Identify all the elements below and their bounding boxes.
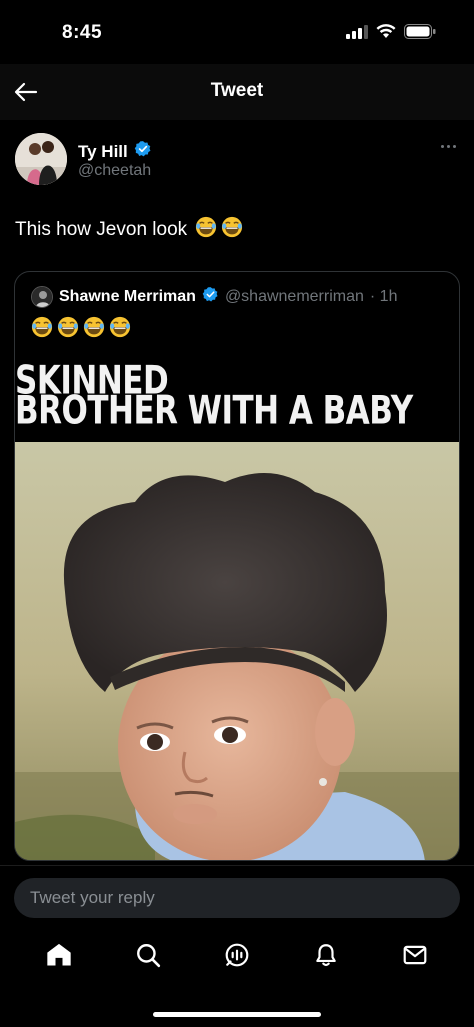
tweet-text-content: This how Jevon look — [15, 219, 188, 240]
status-icons — [346, 24, 436, 44]
status-bar: 8:45 — [0, 0, 474, 70]
more-options-icon[interactable] — [437, 139, 459, 153]
search-icon — [135, 942, 161, 973]
tab-spaces[interactable] — [217, 937, 257, 977]
notifications-icon — [313, 942, 339, 973]
wifi-icon — [376, 24, 396, 44]
top-navigation-bar: Tweet — [0, 64, 474, 120]
bottom-tab-bar — [0, 935, 474, 979]
tab-notifications[interactable] — [306, 937, 346, 977]
cellular-signal-icon — [346, 24, 368, 44]
tab-search[interactable] — [128, 937, 168, 977]
author-handle[interactable]: @cheetah — [78, 162, 151, 180]
spaces-icon — [224, 942, 250, 973]
meme-photo — [15, 442, 459, 860]
tweet-author: Ty Hill @cheetah — [15, 133, 459, 189]
author-avatar[interactable] — [15, 133, 67, 185]
laughing-emoji-icon — [31, 316, 53, 338]
quoted-tweet[interactable]: Shawne Merriman @shawnemerriman · 1h LAD… — [14, 271, 460, 861]
verified-badge-icon — [202, 286, 219, 308]
author-name[interactable]: Ty Hill — [78, 140, 152, 163]
reply-input[interactable]: Tweet your reply — [14, 878, 460, 918]
quoted-tweet-time: · 1h — [369, 288, 398, 305]
meme-caption: LADIES LOVE A LIGHT SKINNED BROTHER WITH… — [15, 350, 459, 484]
tab-home[interactable] — [39, 937, 79, 977]
home-indicator[interactable] — [153, 1012, 321, 1017]
tweet-text: This how Jevon look — [15, 216, 243, 244]
home-icon — [45, 941, 73, 974]
laughing-emoji-icon — [195, 216, 217, 244]
quoted-author-avatar — [31, 286, 53, 308]
quoted-tweet-header: Shawne Merriman @shawnemerriman · 1h — [31, 286, 397, 308]
quoted-author-handle: @shawnemerriman — [224, 288, 364, 305]
tab-messages[interactable] — [395, 937, 435, 977]
laughing-emoji-icon — [83, 316, 105, 338]
author-name-text: Ty Hill — [78, 141, 128, 161]
page-title: Tweet — [210, 80, 264, 101]
laughing-emoji-icon — [57, 316, 79, 338]
verified-badge-icon — [134, 140, 152, 163]
quoted-tweet-text — [31, 316, 131, 338]
messages-icon — [402, 942, 428, 973]
battery-icon — [404, 24, 436, 44]
meme-image[interactable]: LADIES LOVE A LIGHT SKINNED BROTHER WITH… — [15, 350, 459, 860]
status-time: 8:45 — [62, 22, 103, 43]
laughing-emoji-icon — [109, 316, 131, 338]
laughing-emoji-icon — [221, 216, 243, 244]
quoted-author-name: Shawne Merriman — [59, 288, 196, 305]
